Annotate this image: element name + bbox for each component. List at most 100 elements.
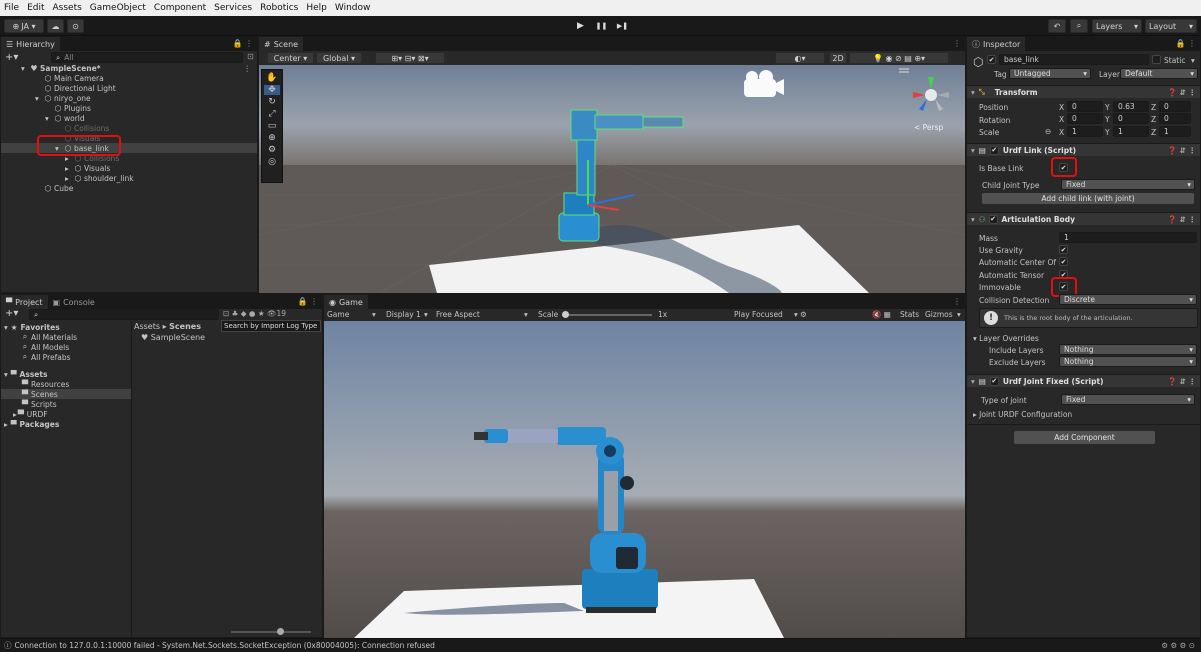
rot-x-field[interactable]: 0 <box>1067 113 1103 124</box>
expand-arrow-icon[interactable]: ▸ <box>65 164 74 173</box>
tab-inspector[interactable]: ⓘ Inspector <box>967 37 1026 51</box>
pause-button[interactable]: ❚❚ <box>591 19 612 33</box>
rect-tool-icon[interactable]: ▭ <box>268 121 277 131</box>
game-mode-dropdown[interactable]: Game <box>327 310 349 319</box>
rotate-tool-icon[interactable]: ↻ <box>268 97 276 107</box>
breadcrumb-assets[interactable]: Assets <box>134 322 160 331</box>
tree-row[interactable]: ▸ ⬡ shoulder_link <box>1 173 257 183</box>
component-menu-icon[interactable]: ❓ ⇵ ⋮ <box>1168 146 1196 155</box>
list-item[interactable]: ⌕ All Prefabs <box>1 352 131 362</box>
persp-label[interactable]: < Persp <box>914 123 943 132</box>
hand-tool-icon[interactable]: ✋ <box>266 73 277 83</box>
scale-slider-handle[interactable] <box>562 311 569 318</box>
account-button[interactable]: ⊕ JA ▾ <box>4 19 44 33</box>
pos-y-field[interactable]: 0.63 <box>1113 101 1149 112</box>
project-filter-icons[interactable]: ⊡ ♣ ◆ ● ★ 👁19 <box>223 309 286 318</box>
collision-detection-dropdown[interactable]: Discrete ▾ <box>1059 294 1197 305</box>
status-message[interactable]: Connection to 127.0.0.1:10000 failed - S… <box>15 641 435 650</box>
panel-menu-icon[interactable]: ⋮ <box>953 297 961 306</box>
scale-x-field[interactable]: 1 <box>1067 126 1103 137</box>
transform-header[interactable]: ▾ ⤡ Transform ❓ ⇵ ⋮ <box>967 85 1200 98</box>
rot-z-field[interactable]: 0 <box>1159 113 1191 124</box>
tree-row[interactable]: ▾ ⬡ niryo_one <box>1 93 257 103</box>
active-checkbox[interactable]: ✔ <box>987 55 996 64</box>
tree-row[interactable]: ▸ ⬡ Visuals <box>1 163 257 173</box>
exclude-layers-dropdown[interactable]: Nothing ▾ <box>1059 356 1197 367</box>
tree-row[interactable]: ▾ ⬡ world <box>1 113 257 123</box>
collab-icon[interactable]: ⊙ <box>67 19 84 33</box>
play-button[interactable]: ▶ <box>570 19 591 33</box>
joint-fixed-header[interactable]: ▾ ▤ ✔ Urdf Joint Fixed (Script) ❓ ⇵ ⋮ <box>967 374 1200 387</box>
zoom-slider[interactable] <box>231 631 311 633</box>
list-item[interactable]: ▀ Scripts <box>1 399 131 409</box>
display-dropdown[interactable]: Display 1 <box>386 310 421 319</box>
pos-x-field[interactable]: 0 <box>1067 101 1103 112</box>
game-viewport[interactable] <box>324 321 965 638</box>
tree-row[interactable]: ⬡ Directional Light <box>1 83 257 93</box>
expand-arrow-icon[interactable]: ▾ <box>45 114 54 123</box>
panel-menu-icon[interactable]: ⋮ <box>953 39 961 48</box>
tree-row[interactable]: ⬡ Cube <box>1 183 257 193</box>
custom-tool-icon[interactable]: ⚙ <box>268 145 276 155</box>
static-checkbox[interactable] <box>1152 55 1161 64</box>
pivot-dropdown[interactable]: Center ▾ <box>267 52 314 64</box>
menu-window[interactable]: Window <box>335 3 371 13</box>
scene-viewport[interactable] <box>259 65 965 293</box>
urdf-link-header[interactable]: ▾ ▤ ✔ Urdf Link (Script) ❓ ⇵ ⋮ <box>967 143 1200 156</box>
menu-robotics[interactable]: Robotics <box>260 3 298 13</box>
project-search-input[interactable]: ⌕ <box>29 309 219 320</box>
scale-slider[interactable] <box>562 314 652 316</box>
component-menu-icon[interactable]: ❓ ⇵ ⋮ <box>1168 215 1196 224</box>
articulation-header[interactable]: ▾ ⚇ ✔ Articulation Body ❓ ⇵ ⋮ <box>967 212 1200 225</box>
gizmo-tool-icon[interactable]: ◎ <box>268 157 276 167</box>
tab-project[interactable]: ▀ Project <box>1 295 48 309</box>
favorites-header[interactable]: ▾ ★ Favorites <box>1 322 131 332</box>
expand-arrow-icon[interactable]: ▾ <box>21 64 30 73</box>
draw-mode-dropdown[interactable]: ◐▾ <box>775 52 825 64</box>
scale-tool-icon[interactable]: ⤢ <box>268 109 275 119</box>
scene-view-options[interactable]: 💡 ◉ ⊘ ▤ ⊕▾ <box>849 52 949 64</box>
add-child-link-button[interactable]: Add child link (with joint) <box>981 192 1195 205</box>
layers-dropdown[interactable]: Layers ▾ <box>1092 19 1142 33</box>
scene-menu-icon[interactable]: ⋮ <box>244 64 252 73</box>
list-item[interactable]: ▀ Scenes <box>1 389 131 399</box>
menu-edit[interactable]: Edit <box>27 3 44 13</box>
component-enabled-checkbox[interactable]: ✔ <box>989 145 999 155</box>
zoom-slider-handle[interactable] <box>277 628 284 635</box>
create-icon[interactable]: +▾ <box>5 308 18 319</box>
search-icon[interactable]: ⌕ <box>1070 19 1088 33</box>
tree-row[interactable]: ⬡ Main Camera <box>1 73 257 83</box>
play-focused-dropdown[interactable]: Play Focused <box>734 310 783 319</box>
menu-services[interactable]: Services <box>214 3 252 13</box>
object-name-field[interactable]: base_link <box>999 54 1149 65</box>
type-of-joint-dropdown[interactable]: Fixed ▾ <box>1061 394 1195 405</box>
auto-com-checkbox[interactable]: ✔ <box>1059 257 1068 266</box>
component-menu-icon[interactable]: ❓ ⇵ ⋮ <box>1168 88 1196 97</box>
gizmos-dropdown[interactable]: Gizmos <box>925 310 953 319</box>
rot-y-field[interactable]: 0 <box>1113 113 1149 124</box>
expand-arrow-icon[interactable]: ▸ <box>65 174 74 183</box>
tag-dropdown[interactable]: Untagged ▾ <box>1009 68 1091 79</box>
tree-row[interactable]: ⬡ Collisions <box>1 123 257 133</box>
breadcrumb-scenes[interactable]: Scenes <box>169 322 201 331</box>
tab-game[interactable]: ◉ Game <box>324 295 368 309</box>
panel-menu-icon[interactable]: 🔒 ⋮ <box>297 297 318 306</box>
joint-config-foldout[interactable]: ▸ Joint URDF Configuration <box>973 410 1072 419</box>
menu-file[interactable]: File <box>4 3 19 13</box>
use-gravity-checkbox[interactable]: ✔ <box>1059 245 1068 254</box>
panel-menu-icon[interactable]: 🔒 ⋮ <box>1175 39 1196 48</box>
layer-overrides-foldout[interactable]: ▾ Layer Overrides <box>973 334 1039 343</box>
assets-header[interactable]: ▾ ▀ Assets <box>1 369 131 379</box>
list-item[interactable]: ⌕ All Models <box>1 342 131 352</box>
list-item[interactable]: ▀ Resources <box>1 379 131 389</box>
pos-z-field[interactable]: 0 <box>1159 101 1191 112</box>
tab-hierarchy[interactable]: ☰ Hierarchy <box>1 37 60 51</box>
stats-button[interactable]: Stats <box>900 310 919 319</box>
tree-row[interactable]: ⬡ Plugins <box>1 103 257 113</box>
expand-arrow-icon[interactable]: ▾ <box>35 94 44 103</box>
tab-console[interactable]: ▣ Console <box>47 295 100 309</box>
component-enabled-checkbox[interactable]: ✔ <box>989 376 999 386</box>
mass-field[interactable]: 1 <box>1059 232 1197 243</box>
snap-tools[interactable]: ⊞▾ ⊟▾ ⊠▾ <box>375 52 445 64</box>
list-item[interactable]: ♥ SampleScene <box>141 333 205 342</box>
